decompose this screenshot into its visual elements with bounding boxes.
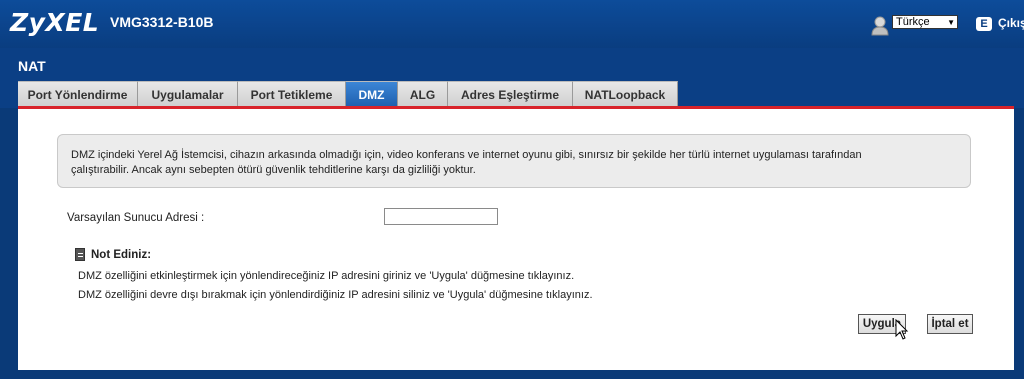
mouse-pointer-icon	[895, 319, 909, 340]
language-select-value: Türkçe	[896, 16, 930, 28]
note-line-2: DMZ özelliğini devre dışı bırakmak için …	[78, 289, 593, 301]
zyxel-logo[interactable]: ZyXEL	[10, 8, 99, 37]
tab-port-triggering[interactable]: Port Tetikleme	[238, 81, 346, 107]
logout-link[interactable]: Çıkış	[998, 16, 1024, 30]
language-select[interactable]: Türkçe ▼	[892, 15, 958, 29]
note-title: Not Ediniz:	[91, 249, 152, 261]
chevron-down-icon: ▼	[947, 17, 955, 27]
tab-port-forwarding[interactable]: Port Yönlendirme	[18, 81, 138, 107]
tab-nat-loopback[interactable]: NATLoopback	[573, 81, 678, 107]
info-box: DMZ içindeki Yerel Ağ İstemcisi, cihazın…	[57, 134, 971, 188]
user-avatar-icon	[871, 16, 889, 36]
default-server-label: Varsayılan Sunucu Adresi :	[67, 212, 205, 224]
top-header: ZyXEL VMG3312-B10B Türkçe ▼ E Çıkış	[0, 0, 1024, 48]
nat-tabs: Port Yönlendirme Uygulamalar Port Tetikl…	[18, 81, 678, 107]
tab-alg[interactable]: ALG	[398, 81, 448, 107]
cancel-button[interactable]: İptal et	[927, 314, 973, 334]
tab-dmz[interactable]: DMZ	[346, 81, 398, 107]
logout-icon[interactable]: E	[976, 17, 992, 31]
model-name: VMG3312-B10B	[110, 14, 214, 30]
note-line-1: DMZ özelliğini etkinleştirmek için yönle…	[78, 270, 575, 282]
page-title: NAT	[18, 58, 46, 74]
note-icon	[75, 248, 85, 261]
tab-applications[interactable]: Uygulamalar	[138, 81, 238, 107]
tab-address-mapping[interactable]: Adres Eşleştirme	[448, 81, 573, 107]
info-text-line-2: çalıştırabilir. Ancak aynı sebepten ötür…	[71, 164, 476, 176]
default-server-input[interactable]	[384, 208, 498, 225]
info-text-line-1: DMZ içindeki Yerel Ağ İstemcisi, cihazın…	[71, 149, 862, 161]
